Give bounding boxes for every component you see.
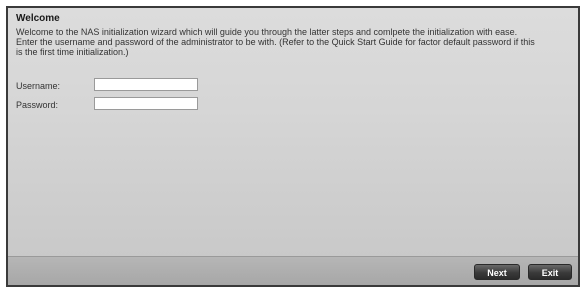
password-label: Password: [16, 100, 59, 110]
password-row: Password: [16, 97, 216, 113]
username-label: Username: [16, 81, 61, 91]
next-button[interactable]: Next [474, 264, 520, 280]
dialog-description: Welcome to the NAS initialization wizard… [16, 27, 535, 57]
setup-wizard-window: Welcome Welcome to the NAS initializatio… [6, 6, 580, 287]
username-input[interactable] [94, 78, 198, 91]
wizard-content: Welcome Welcome to the NAS initializatio… [8, 8, 578, 257]
username-row: Username: [16, 78, 216, 94]
exit-button[interactable]: Exit [528, 264, 572, 280]
wizard-footer: Next Exit [8, 256, 578, 285]
dialog-title: Welcome [16, 13, 60, 24]
password-input[interactable] [94, 97, 198, 110]
